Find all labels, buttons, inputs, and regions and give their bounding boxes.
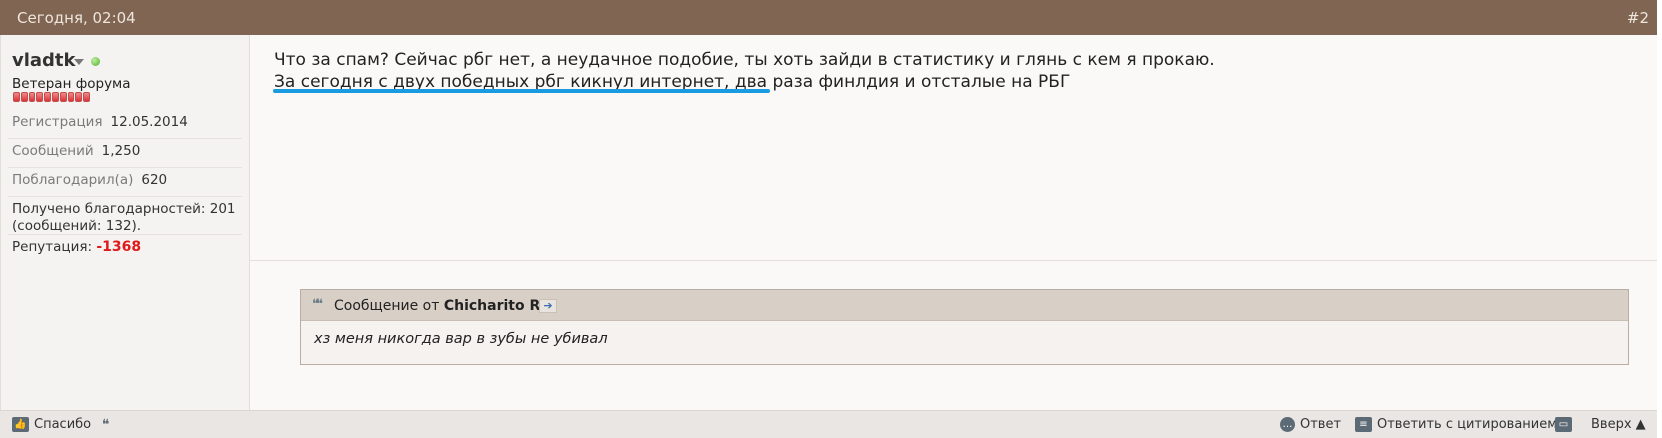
reputation-row: Репутация: -1368 [8, 235, 242, 259]
quote-attribution: Сообщение от Chicharito RM [334, 298, 554, 314]
reply-with-quote-label: Ответить с цитированием [1377, 417, 1558, 432]
received-thanks-line1: Получено благодарностей: 201 [12, 201, 236, 217]
post-date: Сегодня, 02:04 [17, 9, 136, 27]
registration-row: Регистрация 12.05.2014 [8, 110, 242, 139]
messages-label: Сообщений [12, 143, 94, 159]
quote-icon: ❝❝ [312, 297, 323, 312]
quote-text: хз меня никогда вар в зубы не убивал [314, 331, 608, 347]
quote-author: Chicharito RM [443, 298, 555, 314]
scroll-top-label: Вверх ▲ [1591, 417, 1646, 432]
received-thanks-row: Получено благодарностей: 201 (сообщений:… [8, 197, 242, 235]
post-footer: 👍 Спасибо ❝ … Ответ ≡ Ответить с цитиров… [0, 410, 1657, 438]
view-post-arrow-icon[interactable]: ➔ [539, 299, 557, 313]
reputation-bar [13, 92, 90, 102]
thanks-label: Спасибо [34, 417, 92, 432]
reputation-label: Репутация: [12, 239, 93, 255]
highlight-underline [273, 89, 770, 93]
scroll-top-link[interactable]: Вверх ▲ [1591, 417, 1646, 432]
thanks-button[interactable]: 👍 Спасибо [12, 417, 91, 432]
content-divider [250, 260, 1657, 261]
thumbs-up-icon: 👍 [12, 417, 29, 432]
multi-quote-button[interactable]: ❝ [102, 417, 110, 433]
online-status-icon [91, 57, 100, 66]
thanked-label: Поблагодарил(а) [12, 172, 134, 188]
user-title: Ветеран форума [12, 76, 131, 92]
post-number-link[interactable]: #2 [1627, 9, 1649, 27]
quote-reply-icon: ≡ [1355, 417, 1372, 432]
reply-label: Ответ [1300, 417, 1342, 432]
messages-value: 1,250 [101, 143, 141, 159]
thanked-value: 620 [141, 172, 168, 188]
message-body: Что за спам? Сейчас рбг нет, а неудачное… [274, 49, 1215, 93]
message-line-1: Что за спам? Сейчас рбг нет, а неудачное… [274, 50, 1215, 70]
received-thanks-line2: (сообщений: 132). [12, 218, 142, 234]
post-content: Что за спам? Сейчас рбг нет, а неудачное… [250, 35, 1657, 410]
quote-header: ❝❝ Сообщение от Chicharito RM ➔ [301, 290, 1628, 321]
reply-with-quote-button[interactable]: ≡ Ответить с цитированием [1355, 417, 1557, 432]
quote-prefix: Сообщение от [334, 298, 440, 314]
multi-quote-icon: ❝ [102, 417, 110, 433]
username-link[interactable]: vladtk [12, 50, 76, 71]
chat-bubbles-icon: ▭ [1555, 417, 1572, 432]
user-info-panel: vladtk Ветеран форума Регистрация 12.05.2… [0, 35, 250, 410]
forum-post: Сегодня, 02:04 #2 vladtk Ветеран форума … [0, 0, 1662, 438]
reply-button[interactable]: … Ответ [1280, 417, 1341, 432]
reply-icon: … [1280, 417, 1295, 432]
post-header: Сегодня, 02:04 #2 [0, 0, 1657, 35]
multi-reply-button[interactable]: ▭ [1555, 417, 1572, 432]
thanked-row: Поблагодарил(а) 620 [8, 168, 242, 197]
registration-label: Регистрация [12, 114, 103, 130]
quote-block: ❝❝ Сообщение от Chicharito RM ➔ хз меня … [300, 289, 1629, 365]
registration-value: 12.05.2014 [110, 114, 188, 130]
reputation-value: -1368 [96, 239, 142, 255]
messages-row: Сообщений 1,250 [8, 139, 242, 168]
user-menu-caret-icon[interactable] [74, 59, 84, 65]
